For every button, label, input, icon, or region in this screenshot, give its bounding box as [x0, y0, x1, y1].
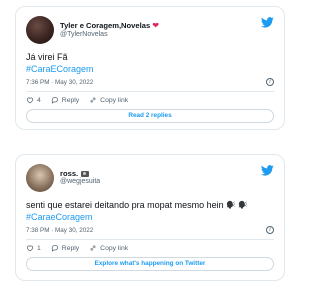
like-count: 1 — [37, 244, 41, 252]
tweet-text: senti que estarei deitando pra mopat mes… — [26, 199, 274, 223]
reply-button[interactable]: Reply — [51, 244, 79, 252]
hashtag-link[interactable]: #CaraeCoragem — [26, 211, 274, 223]
heart-emoji-icon: ❤ — [152, 21, 159, 31]
tweet-card[interactable]: Tyler e Coragem,Novelas ❤ @TylerNovelas … — [15, 6, 285, 130]
tweet-card[interactable]: ross. @wegjesuita senti que estarei deit… — [15, 154, 285, 281]
avatar[interactable] — [26, 164, 54, 192]
divider — [26, 91, 274, 92]
reply-icon — [51, 96, 58, 104]
reply-label: Reply — [61, 96, 80, 104]
info-icon[interactable]: i — [266, 78, 274, 86]
like-button[interactable]: 1 — [26, 244, 41, 252]
twitter-bird-icon[interactable] — [261, 17, 274, 28]
heart-outline-icon — [26, 97, 34, 104]
reply-label: Reply — [61, 244, 80, 252]
copy-link-label: Copy link — [100, 244, 129, 252]
copy-link-button[interactable]: Copy link — [89, 244, 128, 252]
display-name-text: ross. — [60, 168, 79, 178]
explore-twitter-button[interactable]: Explore what's happening on Twitter — [26, 257, 274, 271]
tweet-body: senti que estarei deitando pra mopat mes… — [26, 199, 274, 211]
link-icon — [90, 97, 96, 103]
tweet-actions: 1 Reply Copy link — [26, 244, 274, 252]
author-display-name[interactable]: ross. — [60, 168, 100, 179]
avatar[interactable] — [26, 16, 54, 44]
link-icon — [90, 245, 96, 251]
tweet-text: Já virei Fã #CaraECoragem — [26, 51, 274, 75]
tweet-header: ross. @wegjesuita — [26, 163, 274, 193]
tweet-meta: 7:36 PM · May 30, 2022 i — [26, 78, 274, 86]
copy-link-label: Copy link — [100, 96, 129, 104]
read-replies-button[interactable]: Read 2 replies — [26, 109, 274, 123]
reply-icon — [51, 244, 58, 252]
tweet-meta: 7:38 PM · May 30, 2022 i — [26, 226, 274, 234]
display-name-text: Tyler e Coragem,Novelas — [60, 20, 151, 30]
info-icon[interactable]: i — [266, 226, 274, 234]
speaking-head-emoji-icon — [227, 200, 236, 209]
tweet-timestamp[interactable]: 7:36 PM · May 30, 2022 — [26, 79, 93, 86]
tweet-body-text: senti que estarei deitando pra mopat mes… — [26, 200, 224, 210]
hashtag-link[interactable]: #CaraECoragem — [26, 63, 274, 75]
twitter-bird-icon[interactable] — [261, 165, 274, 176]
heart-outline-icon — [26, 245, 34, 252]
like-count: 4 — [37, 96, 41, 104]
copy-link-button[interactable]: Copy link — [89, 96, 128, 104]
author-display-name[interactable]: Tyler e Coragem,Novelas ❤ — [60, 21, 159, 30]
author-names: ross. @wegjesuita — [60, 168, 100, 187]
reply-button[interactable]: Reply — [51, 96, 79, 104]
tweet-body: Já virei Fã — [26, 52, 68, 62]
speaking-head-emoji-icon — [238, 200, 247, 209]
tweet-timestamp[interactable]: 7:38 PM · May 30, 2022 — [26, 227, 93, 234]
author-handle[interactable]: @wegjesuita — [60, 178, 100, 186]
tweet-actions: 4 Reply Copy link — [26, 96, 274, 104]
like-button[interactable]: 4 — [26, 96, 41, 104]
camera-emoji-icon — [81, 170, 90, 177]
author-names: Tyler e Coragem,Novelas ❤ @TylerNovelas — [60, 21, 159, 38]
divider — [26, 239, 274, 240]
author-handle[interactable]: @TylerNovelas — [60, 31, 159, 39]
tweet-header: Tyler e Coragem,Novelas ❤ @TylerNovelas — [26, 15, 274, 45]
